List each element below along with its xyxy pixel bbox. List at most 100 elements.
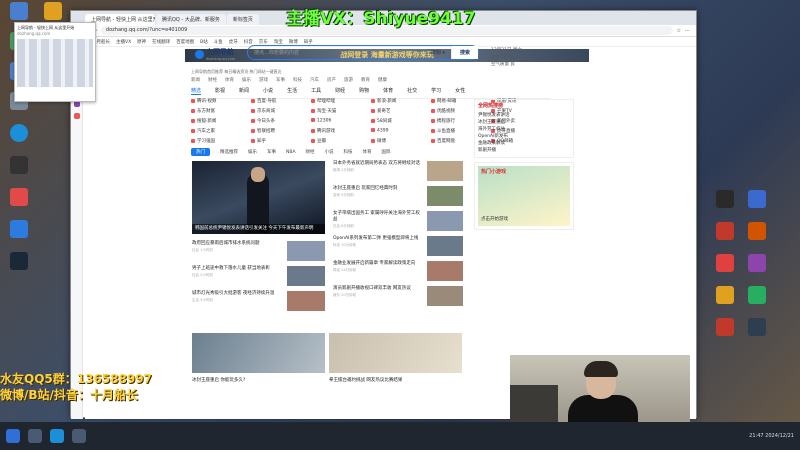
site-link[interactable]: 智联招聘 [251, 128, 311, 134]
desktop-icon[interactable] [740, 222, 774, 242]
site-link[interactable]: 12306 [311, 118, 371, 124]
news-item[interactable]: 女子带病出国务工 家属呼吁关注海外劳工权益 社会 8分钟前 [333, 211, 463, 235]
hot-search-item[interactable]: OpenAI新发布 [478, 133, 570, 140]
hot-search-item[interactable]: 海外劳工权益 [478, 126, 570, 133]
news-item[interactable]: 男子上班途中救下落水儿童 获当地表彰 社会 2小时前 [192, 266, 325, 290]
channel-link[interactable]: 游戏 [259, 77, 268, 83]
tab-category[interactable]: 社交 [407, 87, 417, 95]
hot-search-item[interactable]: 冰封王座重启 [478, 119, 570, 126]
search-input[interactable]: 搜点…你想要的内容 [254, 49, 299, 56]
edge-icon[interactable] [2, 124, 36, 144]
taskbar-app-icon[interactable] [72, 429, 86, 443]
tab-news[interactable]: 国际 [382, 149, 391, 155]
bookmark-item[interactable]: B站 [200, 39, 208, 45]
bottom-news-card[interactable]: 拳王擂台邀约挑战 网友热议比赛结果 [329, 333, 462, 383]
bookmark-item[interactable]: 知乎 [304, 39, 313, 45]
site-link[interactable]: 腾讯·视频 [191, 98, 251, 104]
game-ad[interactable]: 热门小游戏 点击开始游戏 [478, 166, 570, 226]
bottom-news-card[interactable]: 冰封王座重启 你能玩多久? [192, 333, 325, 383]
hot-search-item[interactable]: 新剧开播 [478, 147, 570, 154]
desktop-icon[interactable] [2, 2, 36, 22]
tab-category[interactable]: 小说 [263, 87, 273, 95]
weather-widget[interactable]: 12月21日 周六 北京 晴 -3~7°C 空气质量 良 [491, 47, 587, 68]
desktop-icon[interactable] [708, 222, 742, 242]
desktop-icon[interactable] [740, 254, 774, 274]
site-link[interactable]: 今日头条 [251, 118, 311, 124]
site-link[interactable]: 淘宝·天猫 [311, 108, 371, 114]
channel-link[interactable]: 财经 [208, 77, 217, 83]
desktop-icon[interactable] [708, 318, 742, 338]
search-button[interactable]: 搜索 [450, 46, 478, 59]
channel-link[interactable]: 房产 [327, 77, 336, 83]
channel-link[interactable]: 科技 [293, 77, 302, 83]
desktop-icon[interactable] [740, 190, 774, 210]
tab-category[interactable]: 体育 [383, 87, 393, 95]
bookmark-item[interactable]: 百度地图 [176, 39, 194, 45]
tab-news[interactable]: NBA [286, 150, 296, 155]
channel-link[interactable]: 教育 [361, 77, 370, 83]
desktop-icon[interactable] [708, 190, 742, 210]
bookmark-item[interactable]: 京东 [259, 39, 268, 45]
tab-news[interactable]: 热门 [191, 148, 210, 156]
start-icon[interactable] [6, 429, 20, 443]
hot-search-item[interactable]: 金融政策解读 [478, 140, 570, 147]
desktop-icon[interactable] [36, 2, 70, 22]
hot-search-item[interactable]: 尹锡悦发表讲话 [478, 112, 570, 119]
channel-link[interactable]: 娱乐 [242, 77, 251, 83]
bookmark-item[interactable]: 微博 [289, 39, 298, 45]
tab-category[interactable]: 财经 [335, 87, 345, 95]
edge-taskbar-icon[interactable] [50, 429, 64, 443]
bookmark-item[interactable]: 原神 [137, 39, 146, 45]
steam-icon[interactable] [2, 252, 36, 272]
browser-tab[interactable]: 腾讯QQ - 大品牌、新服务 [156, 14, 226, 25]
notice-bar[interactable]: 上网导航首页推荐 每日精选资讯 热门网站一键直达 [191, 69, 591, 75]
news-item[interactable]: 冰封王座重启 玩家回忆经典时刻 游戏 5分钟前 [333, 186, 463, 210]
channel-link[interactable]: 健康 [378, 77, 387, 83]
site-link[interactable]: 新浪·新闻 [371, 98, 431, 104]
site-link[interactable]: 爱奇艺 [371, 108, 431, 114]
bookmark-item[interactable]: 抖音 [244, 39, 253, 45]
site-link[interactable]: 百度·导航 [251, 98, 311, 104]
menu-icon[interactable]: ⋯ [685, 28, 690, 34]
tab-category[interactable]: 购物 [359, 87, 369, 95]
bookmark-item[interactable]: 淘宝 [274, 39, 283, 45]
tab-news[interactable]: 财经 [306, 149, 315, 155]
game-ad-box[interactable]: 热门小游戏 点击开始游戏 [474, 162, 574, 230]
news-item[interactable]: 城市灯光秀吸引大批游客 夜经济持续升温 生活 3小时前 [192, 291, 325, 315]
desktop-icon[interactable] [708, 286, 742, 306]
browser-tab[interactable]: 新标签页 [226, 14, 259, 25]
bookmark-item[interactable]: 主播VX [116, 39, 131, 45]
site-link[interactable]: 京东商城 [251, 108, 311, 114]
news-item[interactable]: OpenAI系列发布第二弹 更强模型即将上线 科技 10分钟前 [333, 236, 463, 260]
desktop-icon[interactable] [740, 286, 774, 306]
tab-category[interactable]: 学习 [431, 87, 441, 95]
site-link[interactable]: 搜狐·新闻 [191, 118, 251, 124]
news-item[interactable]: 政府回应暴雨后城市排水系统问题 社会 1小时前 [192, 241, 325, 265]
news-item[interactable]: 日本外务省就近期局势表态 双方将继续对话 新闻 2分钟前 [333, 161, 463, 185]
tab-news[interactable]: 精选推荐 [220, 149, 238, 155]
tab-news[interactable]: 军事 [267, 149, 276, 155]
bookmark-item[interactable]: 在线翻译 [152, 39, 170, 45]
channel-link[interactable]: 新闻 [191, 77, 200, 83]
site-link[interactable]: 哔哩哔哩 [311, 98, 371, 104]
tab-category[interactable]: 影视 [215, 87, 225, 95]
site-link[interactable]: 4399 [371, 128, 431, 134]
site-logo[interactable]: 上网导航 dozhang.qq.com [195, 47, 235, 61]
site-link[interactable]: 学习强国 [191, 138, 251, 144]
desktop-icon[interactable] [2, 220, 36, 240]
desktop-icon[interactable] [740, 318, 774, 338]
tab-news[interactable]: 娱乐 [248, 149, 257, 155]
search-engine-select[interactable]: 搜狗 ▾ [425, 49, 451, 56]
tab-category[interactable]: 生活 [287, 87, 297, 95]
star-icon[interactable]: ☆ [677, 28, 681, 34]
taskbar-app-icon[interactable] [28, 429, 42, 443]
site-link[interactable]: 腾讯游戏 [311, 128, 371, 134]
desktop-icon[interactable] [2, 156, 36, 176]
site-link[interactable]: 汽车之家 [191, 128, 251, 134]
channel-link[interactable]: 军事 [276, 77, 285, 83]
desktop-icon[interactable] [2, 188, 36, 208]
tab-category[interactable]: 女性 [455, 87, 465, 95]
bookmark-item[interactable]: 虎牙 [229, 39, 238, 45]
site-link[interactable]: 58同城 [371, 118, 431, 124]
tab-news[interactable]: 体育 [363, 149, 372, 155]
